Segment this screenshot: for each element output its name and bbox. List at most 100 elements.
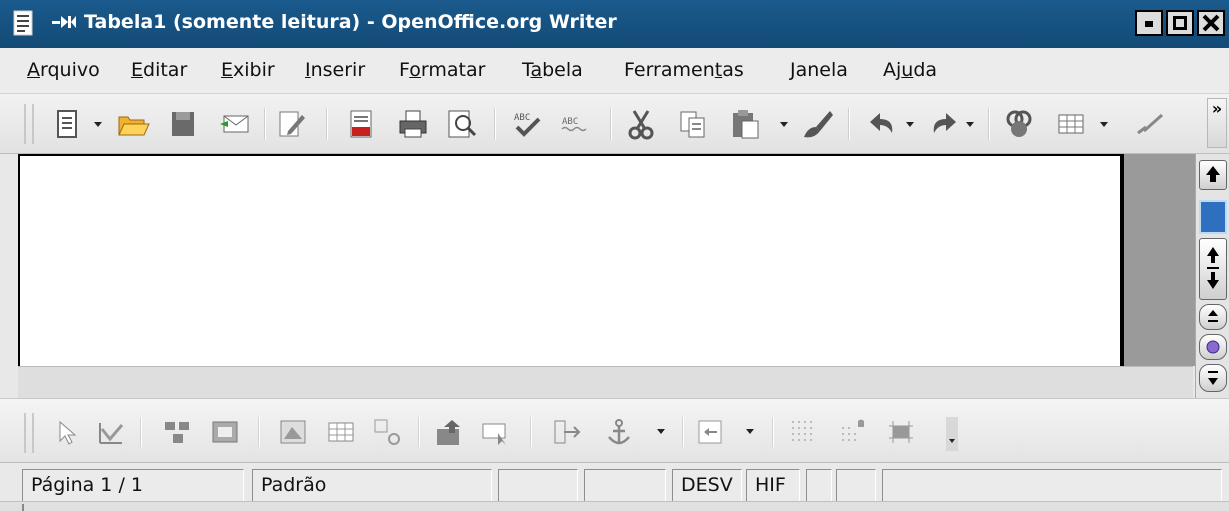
- menu-tabela[interactable]: Tabela: [522, 59, 583, 81]
- toolbar-separator: [610, 108, 612, 140]
- horizontal-scroll-strip[interactable]: [18, 366, 1193, 398]
- display-grid-icon[interactable]: [788, 417, 818, 447]
- toolbar-separator: [418, 417, 420, 447]
- object-properties-icon[interactable]: [372, 417, 402, 447]
- scroll-thumb[interactable]: [1199, 200, 1227, 234]
- document-area[interactable]: [18, 154, 1193, 368]
- scroll-up-button[interactable]: [1199, 160, 1227, 190]
- select-pointer-icon[interactable]: [52, 417, 82, 447]
- undo-dropdown-arrow[interactable]: [906, 122, 914, 127]
- toolbar-separator: [264, 108, 266, 140]
- menu-formatar[interactable]: Formatar: [399, 59, 485, 81]
- maximize-icon: [1173, 16, 1187, 30]
- minimize-button[interactable]: [1135, 10, 1163, 36]
- writer-app-icon[interactable]: [12, 10, 36, 36]
- status-hif[interactable]: HIF: [746, 469, 800, 503]
- navigator-icon[interactable]: [1002, 107, 1036, 141]
- close-button[interactable]: [1197, 10, 1225, 36]
- redo-icon[interactable]: [926, 107, 960, 141]
- svg-text:ABC: ABC: [514, 113, 530, 123]
- menu-bar: Arquivo Editar Exibir Inserir Formatar T…: [0, 48, 1229, 94]
- vertical-scrollbar[interactable]: [1195, 154, 1229, 398]
- export-pdf-icon[interactable]: [344, 107, 378, 141]
- previous-page-icon: [1208, 310, 1218, 322]
- save-icon[interactable]: [166, 107, 200, 141]
- page-preview-icon[interactable]: [444, 107, 478, 141]
- toolbar-grip[interactable]: [24, 104, 34, 144]
- print-icon[interactable]: [396, 107, 430, 141]
- status-object-info: [882, 469, 1222, 503]
- link-frames-icon[interactable]: [162, 417, 192, 447]
- cut-icon[interactable]: [624, 107, 658, 141]
- frame-properties-icon[interactable]: [210, 417, 240, 447]
- wrap-through-icon[interactable]: [552, 417, 582, 447]
- show-draw-functions-icon[interactable]: [1132, 107, 1166, 141]
- redo-dropdown-arrow[interactable]: [966, 122, 974, 127]
- status-desv[interactable]: DESV: [672, 469, 742, 503]
- toolbar-overflow-button[interactable]: »: [1207, 98, 1227, 148]
- menu-editar[interactable]: Editar: [131, 59, 187, 81]
- scroll-page-button[interactable]: [1199, 238, 1227, 300]
- menu-janela[interactable]: Janela: [790, 59, 848, 81]
- menu-ferramentas[interactable]: Ferramentas: [624, 59, 744, 81]
- title-bar: Tabela1 (somente leitura) - OpenOffice.o…: [0, 0, 1229, 48]
- overflow-arrow-icon: [949, 439, 955, 443]
- toolbar-separator: [494, 108, 496, 140]
- menu-ajuda[interactable]: Ajuda: [883, 59, 937, 81]
- navigation-icon: [1206, 340, 1220, 354]
- paste-icon[interactable]: [728, 107, 762, 141]
- snap-to-grid-icon[interactable]: [838, 417, 868, 447]
- status-page-style[interactable]: Padrão: [252, 469, 492, 503]
- status-selection-mode[interactable]: [584, 469, 666, 503]
- anchor-dropdown-arrow[interactable]: [657, 429, 665, 434]
- align-dropdown-arrow[interactable]: [746, 429, 754, 434]
- document-margin-area: [1120, 154, 1195, 366]
- undo-icon[interactable]: [866, 107, 900, 141]
- paste-dropdown-arrow[interactable]: [780, 122, 788, 127]
- window-title: Tabela1 (somente leitura) - OpenOffice.o…: [84, 11, 617, 33]
- resize-tick: [22, 504, 28, 511]
- copy-icon[interactable]: [676, 107, 710, 141]
- next-page-icon: [1208, 371, 1218, 385]
- menu-inserir[interactable]: Inserir: [305, 59, 365, 81]
- new-document-icon[interactable]: [52, 107, 86, 141]
- bring-to-front-icon[interactable]: [434, 417, 464, 447]
- toolbar-separator: [848, 108, 850, 140]
- email-document-icon[interactable]: [218, 107, 252, 141]
- toolbar-separator: [326, 108, 328, 140]
- menu-exibir[interactable]: Exibir: [221, 59, 275, 81]
- standard-toolbar: ABC ABC: [0, 94, 1229, 154]
- insert-table-icon[interactable]: [1054, 107, 1088, 141]
- image-map-icon[interactable]: [278, 417, 308, 447]
- new-dropdown-arrow[interactable]: [94, 122, 102, 127]
- arrow-up-icon: [1206, 166, 1220, 182]
- toolbar-separator: [258, 417, 260, 447]
- previous-page-button[interactable]: [1199, 304, 1227, 330]
- status-digital-signature[interactable]: [836, 469, 876, 503]
- toolbar-separator: [682, 417, 684, 447]
- next-page-button[interactable]: [1199, 364, 1227, 392]
- status-page-number[interactable]: Página 1 / 1: [22, 469, 244, 503]
- frame-table-icon[interactable]: [326, 417, 356, 447]
- edit-points-icon[interactable]: [96, 417, 126, 447]
- navigation-button[interactable]: [1199, 334, 1227, 360]
- status-insert-mode[interactable]: [498, 469, 578, 503]
- sticky-pin-icon[interactable]: [52, 14, 78, 30]
- page-up-down-icon: [1207, 247, 1219, 289]
- align-icon[interactable]: [696, 417, 726, 447]
- table-dropdown-arrow[interactable]: [1100, 122, 1108, 127]
- edit-file-icon[interactable]: [274, 107, 308, 141]
- spellcheck-icon[interactable]: ABC: [510, 107, 544, 141]
- format-paintbrush-icon[interactable]: [800, 107, 834, 141]
- drawbar-overflow-button[interactable]: [946, 417, 958, 451]
- status-document-modified[interactable]: [806, 469, 832, 503]
- auto-spellcheck-icon[interactable]: ABC: [558, 107, 592, 141]
- menu-arquivo[interactable]: Arquivo: [27, 59, 100, 81]
- wrap-frame-icon[interactable]: [480, 417, 510, 447]
- maximize-button[interactable]: [1166, 10, 1194, 36]
- helplines-icon[interactable]: [886, 417, 916, 447]
- toolbar-separator: [530, 417, 532, 447]
- toolbar-grip[interactable]: [24, 413, 34, 453]
- anchor-icon[interactable]: [604, 417, 634, 447]
- open-folder-icon[interactable]: [116, 107, 150, 141]
